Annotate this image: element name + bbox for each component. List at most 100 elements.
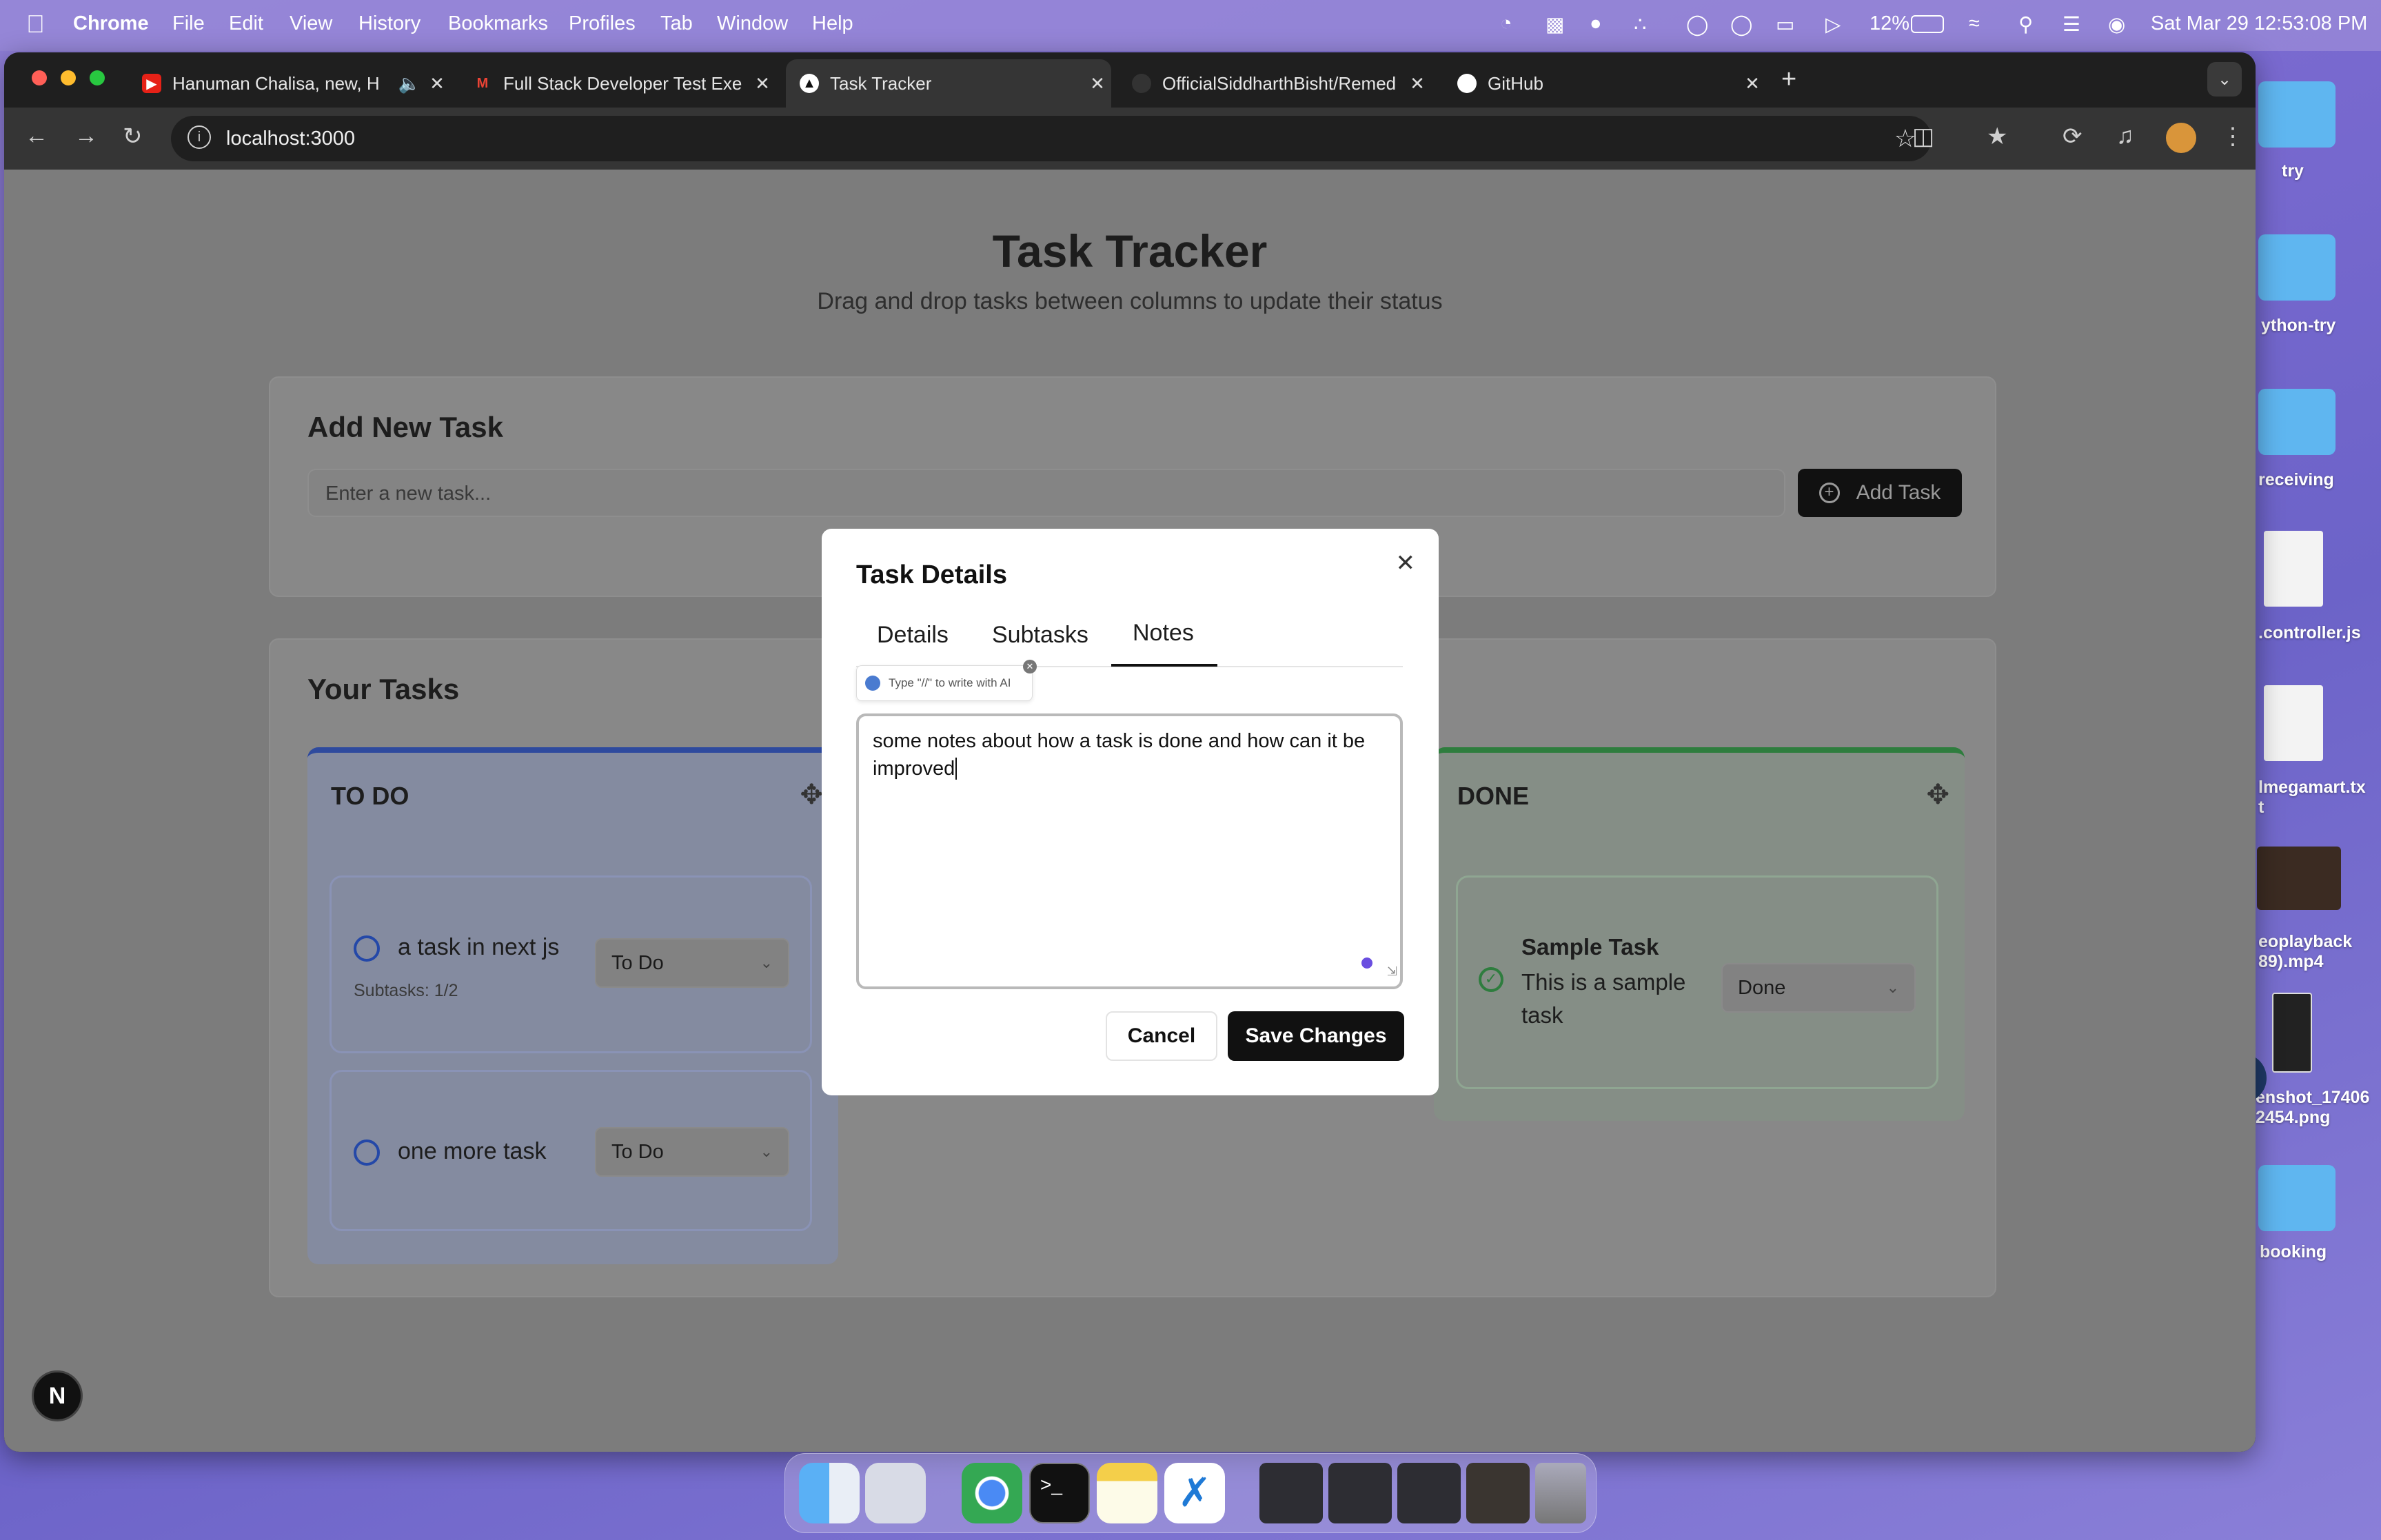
add-task-button[interactable]: + Add Task xyxy=(1798,469,1962,517)
folder-icon[interactable] xyxy=(2258,389,2336,455)
status-select[interactable]: To Do ⌄ xyxy=(595,938,789,988)
dismiss-hint-icon[interactable]: ✕ xyxy=(1023,660,1037,673)
check-circle-icon[interactable]: ✓ xyxy=(1479,967,1503,992)
back-icon[interactable]: ← xyxy=(25,123,48,150)
close-tab-icon[interactable]: ✕ xyxy=(1739,73,1766,94)
task-card[interactable]: ✓ Sample Task This is a sample task Done… xyxy=(1456,875,1938,1089)
launchpad-icon[interactable] xyxy=(865,1463,926,1523)
desktop-label-screenshot[interactable]: enshot_17406 2454.png xyxy=(2256,1088,2380,1128)
ai-hint-tooltip[interactable]: Type "//" to write with AI xyxy=(856,665,1033,701)
window-thumbnail-icon[interactable] xyxy=(1466,1463,1530,1523)
browser-tab[interactable]: GitHub ✕ xyxy=(1443,59,1766,108)
status-select[interactable]: Done ⌄ xyxy=(1721,963,1916,1013)
terminal-icon[interactable]: >_ xyxy=(1029,1463,1090,1523)
status-circle-icon[interactable] xyxy=(354,935,380,962)
close-icon[interactable]: ✕ xyxy=(1396,549,1416,577)
status-select[interactable]: To Do ⌄ xyxy=(595,1127,789,1177)
screenshot-file-icon[interactable] xyxy=(2272,993,2312,1073)
grammar-assistant-icon[interactable] xyxy=(1361,958,1372,969)
user-status-icon[interactable]: ◯ xyxy=(1730,12,1752,37)
desktop-label-receiving[interactable]: receiving xyxy=(2258,470,2334,490)
status-circle-icon[interactable] xyxy=(354,1139,380,1166)
bookmarks-icon[interactable]: ★ xyxy=(1987,123,2007,150)
new-task-input[interactable]: Enter a new task... xyxy=(307,469,1785,517)
desktop-label-python-try[interactable]: ython-try xyxy=(2261,316,2336,336)
maximize-window-button[interactable] xyxy=(90,70,105,85)
folder-icon[interactable] xyxy=(2258,1165,2336,1231)
close-tab-icon[interactable]: ✕ xyxy=(749,73,776,94)
desktop-label-booking[interactable]: booking xyxy=(2260,1242,2327,1262)
window-thumbnail-icon[interactable] xyxy=(1259,1463,1323,1523)
media-icon[interactable]: ♫ xyxy=(2116,123,2134,150)
resize-handle-icon[interactable]: ⇲ xyxy=(1387,958,1397,985)
task-card[interactable]: a task in next js Subtasks: 1/2 To Do ⌄ xyxy=(330,875,812,1053)
control-center-icon[interactable]: ☰ xyxy=(2063,12,2080,37)
apple-menu-icon[interactable]:  xyxy=(26,10,45,39)
performance-icon[interactable]: ⟳ xyxy=(2063,123,2083,150)
forward-icon[interactable]: → xyxy=(74,123,98,150)
menu-bookmarks[interactable]: Bookmarks xyxy=(448,12,548,35)
status-icon-3[interactable]: ● xyxy=(1590,12,1602,35)
wifi-icon[interactable]: ≈ xyxy=(1969,12,1980,35)
menu-edit[interactable]: Edit xyxy=(229,12,263,35)
desktop-label-controller[interactable]: .controller.js xyxy=(2258,623,2361,643)
drag-handle-icon[interactable]: ✥ xyxy=(1926,779,1949,811)
menu-tab[interactable]: Tab xyxy=(660,12,693,35)
close-window-button[interactable] xyxy=(32,70,47,85)
save-changes-button[interactable]: Save Changes xyxy=(1228,1011,1404,1061)
more-menu-icon[interactable]: ⋮ xyxy=(2221,123,2245,150)
folder-icon[interactable] xyxy=(2258,234,2336,301)
tab-details[interactable]: Details xyxy=(877,622,949,649)
status-icon-1[interactable]: ◔ xyxy=(1500,12,1512,35)
chrome-icon[interactable] xyxy=(962,1463,1022,1523)
vscode-icon[interactable]: ✗ xyxy=(1164,1463,1225,1523)
play-icon[interactable]: ▷ xyxy=(1825,12,1841,37)
menu-profiles[interactable]: Profiles xyxy=(569,12,636,35)
drag-handle-icon[interactable]: ✥ xyxy=(800,779,823,811)
browser-tab[interactable]: ▶ Hanuman Chalisa, new, H 🔈 ✕ xyxy=(128,59,451,108)
menu-view[interactable]: View xyxy=(290,12,332,35)
siri-icon[interactable]: ◉ xyxy=(2108,12,2125,37)
speaker-icon[interactable]: 🔈 xyxy=(396,73,423,94)
desktop-label-try[interactable]: try xyxy=(2282,161,2304,181)
battery-icon[interactable] xyxy=(1911,15,1944,33)
tab-search-chevron-icon[interactable]: ⌄ xyxy=(2207,62,2242,97)
extensions-icon[interactable]: ◫ xyxy=(1912,123,1934,150)
site-info-icon[interactable]: i xyxy=(188,125,211,149)
browser-tab[interactable]: OfficialSiddharthBisht/Remed ✕ xyxy=(1118,59,1431,108)
close-tab-icon[interactable]: ✕ xyxy=(1404,73,1431,94)
nextjs-dev-badge[interactable]: N xyxy=(32,1370,83,1421)
address-bar[interactable]: i localhost:3000 ☆ xyxy=(171,116,1932,161)
menu-file[interactable]: File xyxy=(172,12,205,35)
reload-icon[interactable]: ↻ xyxy=(123,123,143,150)
menu-window[interactable]: Window xyxy=(717,12,788,35)
new-tab-icon[interactable]: + xyxy=(1781,65,1796,94)
txt-file-icon[interactable] xyxy=(2264,685,2323,761)
trash-icon[interactable] xyxy=(1535,1463,1586,1523)
display-icon[interactable]: ▭ xyxy=(1776,12,1794,37)
desktop-label-megamart[interactable]: lmegamart.tx t xyxy=(2258,778,2375,818)
js-file-icon[interactable] xyxy=(2264,531,2323,607)
close-tab-icon[interactable]: ✕ xyxy=(1084,73,1111,94)
notes-textarea[interactable]: some notes about how a task is done and … xyxy=(856,713,1403,989)
video-file-icon[interactable] xyxy=(2257,847,2341,910)
status-icon-4[interactable]: ∴ xyxy=(1634,12,1646,37)
minimize-window-button[interactable] xyxy=(61,70,76,85)
close-tab-icon[interactable]: ✕ xyxy=(423,73,451,94)
folder-icon[interactable] xyxy=(2258,81,2336,148)
task-card[interactable]: one more task To Do ⌄ xyxy=(330,1070,812,1231)
status-icon-2[interactable]: ▩ xyxy=(1546,12,1564,37)
menu-history[interactable]: History xyxy=(358,12,421,35)
menu-app-name[interactable]: Chrome xyxy=(73,12,149,35)
menu-help[interactable]: Help xyxy=(812,12,853,35)
menu-clock[interactable]: Sat Mar 29 12:53:08 PM xyxy=(2151,12,2367,35)
finder-icon[interactable] xyxy=(799,1463,860,1523)
notes-app-icon[interactable] xyxy=(1097,1463,1157,1523)
window-thumbnail-icon[interactable] xyxy=(1328,1463,1392,1523)
search-icon[interactable]: ⚲ xyxy=(2018,12,2033,37)
cancel-button[interactable]: Cancel xyxy=(1106,1011,1217,1061)
tab-subtasks[interactable]: Subtasks xyxy=(992,622,1088,649)
accessibility-icon[interactable]: ◯ xyxy=(1686,12,1708,37)
browser-tab[interactable]: M Full Stack Developer Test Exe ✕ xyxy=(459,59,776,108)
browser-tab-active[interactable]: ▲ Task Tracker ✕ xyxy=(786,59,1111,108)
